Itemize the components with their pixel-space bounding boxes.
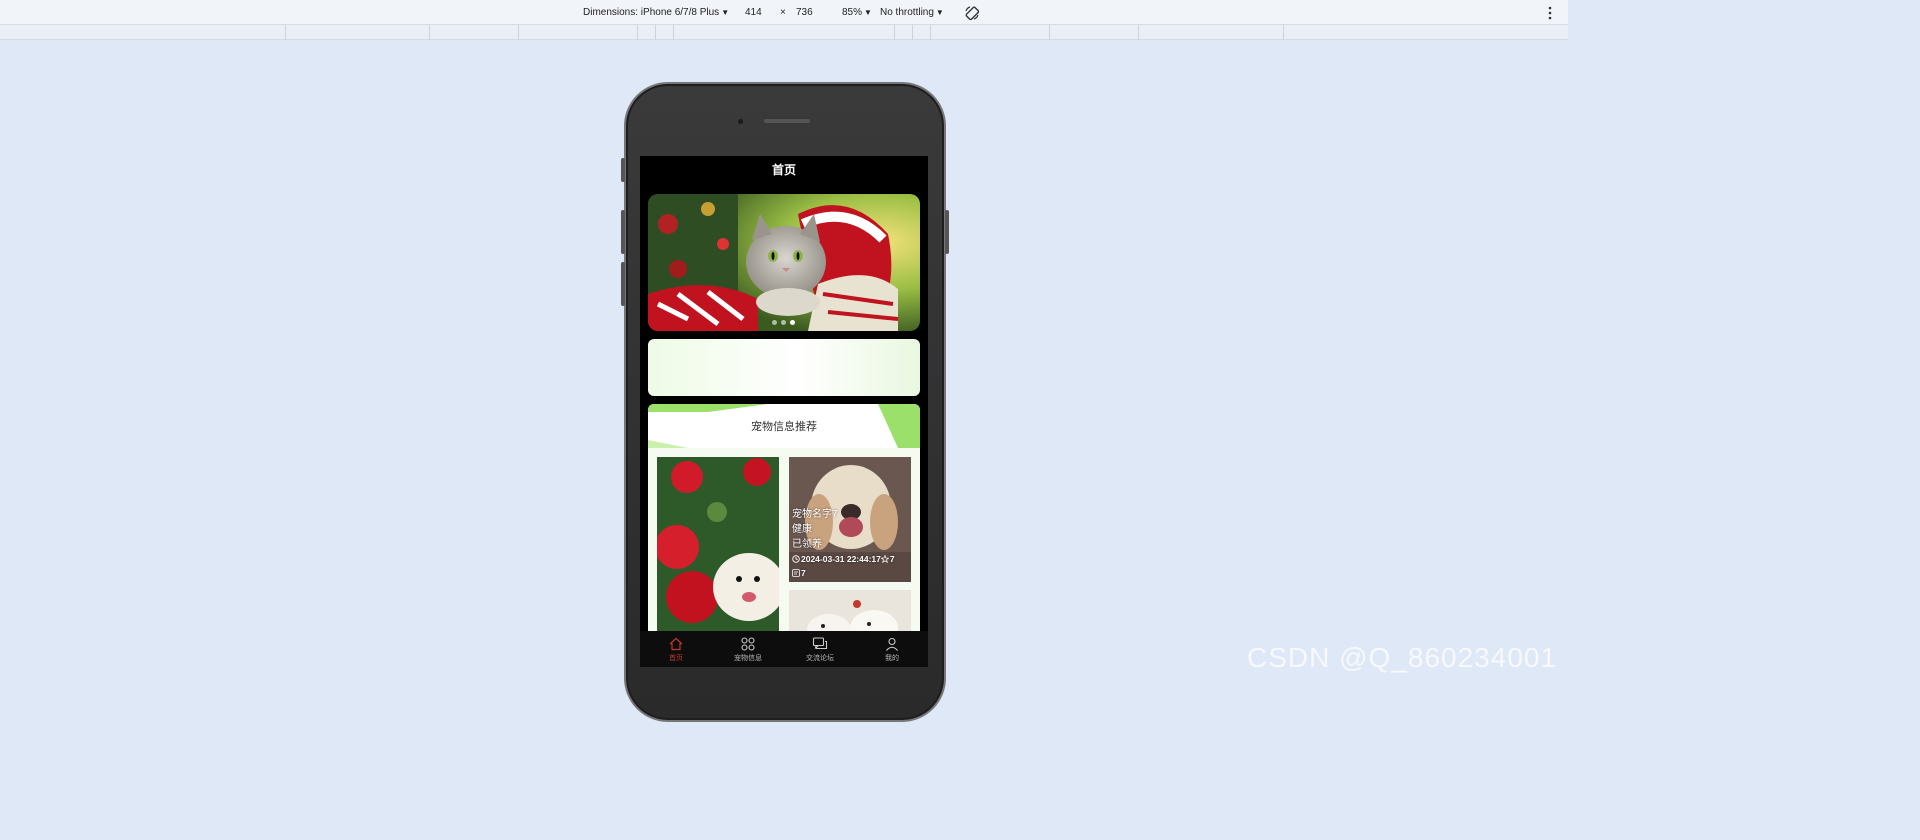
watermark: CSDN @Q_860234001 [1247,642,1558,673]
pet-card-info: 宠物名字7 健康 已领养 2024-03-31 22:44:17 7 7 [792,507,895,580]
zoom-label: 85% [842,7,863,18]
ruler-segment[interactable] [894,25,895,40]
pet-status: 已领养 [792,539,822,550]
pet-time: 2024-03-31 22:44:17 [801,554,881,564]
pet-meta-line: 2024-03-31 22:44:17 7 [792,552,895,566]
ruler-segment[interactable] [518,25,519,40]
rotate-icon[interactable] [964,5,980,21]
device-select[interactable]: Dimensions: iPhone 6/7/8 Plus ▼ [583,7,729,18]
ruler-segment[interactable] [285,25,286,40]
tab-forum[interactable]: 交流论坛 [784,631,856,667]
more-options-icon[interactable] [1546,6,1554,20]
app-screen: 首页 宠物信息推荐 宠物名字7 健康 已领养 2024-03-31 22:44:… [640,156,928,667]
banner-carousel[interactable] [648,194,920,331]
ruler-segment[interactable] [930,25,931,40]
phone-volume-down [621,262,625,306]
phone-side-button [621,158,625,182]
grid-icon [741,637,755,651]
caret-down-icon: ▼ [864,8,872,17]
pet-favorites: 7 [889,554,895,564]
phone-power-button [945,210,949,254]
carousel-dots [772,320,795,325]
pet-name: 宠物名字7 [792,509,838,520]
user-icon [886,637,898,651]
throttling-select[interactable]: No throttling ▼ [880,7,944,18]
ruler-segment[interactable] [1049,25,1050,40]
phone-camera [738,119,743,124]
ruler-segment[interactable] [912,25,913,40]
pet-meta-line-2: 7 [792,566,895,580]
caret-down-icon: ▼ [935,8,944,17]
bottom-tab-bar: 首页 宠物信息 交流论坛 我的 [640,631,928,667]
comment-icon[interactable] [792,569,800,577]
tab-label: 宠物信息 [734,655,762,662]
carousel-dot[interactable] [772,320,777,325]
home-icon [669,637,683,651]
ruler-segment[interactable] [637,25,638,40]
clock-icon [792,555,800,563]
carousel-dot-active[interactable] [790,320,795,325]
banner-cat-image [648,194,920,331]
ruler-segment[interactable] [673,25,674,40]
recommend-section: 宠物信息推荐 宠物名字7 健康 已领养 2024-03-31 22:44:17 … [648,404,920,667]
pet-comments: 7 [801,568,806,578]
throttling-label: No throttling [880,7,934,18]
tab-label: 交流论坛 [806,655,834,662]
ruler-segment[interactable] [1283,25,1284,40]
times-sign: × [780,7,786,18]
pet-card[interactable]: 宠物名字7 健康 已领养 2024-03-31 22:44:17 7 7 [789,457,911,582]
star-icon[interactable] [880,555,889,563]
width-input[interactable]: 414 [745,7,762,18]
notice-panel [648,339,920,396]
phone-volume-up [621,210,625,254]
device-label: Dimensions: iPhone 6/7/8 Plus [583,7,720,18]
phone-speaker [764,119,810,123]
ruler-segment[interactable] [429,25,430,40]
pet-health: 健康 [792,524,812,535]
tab-home[interactable]: 首页 [640,631,712,667]
ruler-segment[interactable] [1138,25,1139,40]
chat-icon [812,637,828,650]
height-input[interactable]: 736 [796,7,813,18]
page-title: 首页 [771,163,796,177]
tab-pet-info[interactable]: 宠物信息 [712,631,784,667]
devtools-device-toolbar: Dimensions: iPhone 6/7/8 Plus ▼ 414 × 736… [0,0,1568,25]
pet-card[interactable] [657,457,779,637]
tab-label: 我的 [885,655,899,662]
carousel-dot[interactable] [781,320,786,325]
pet-photo-pomeranian [657,457,779,637]
media-query-ruler [0,25,1568,40]
tab-label: 首页 [669,655,683,662]
zoom-select[interactable]: 85% ▼ [842,7,872,18]
ruler-segment[interactable] [655,25,656,40]
recommend-header: 宠物信息推荐 [648,404,920,448]
tab-mine[interactable]: 我的 [856,631,928,667]
caret-down-icon: ▼ [721,8,730,17]
recommend-title: 宠物信息推荐 [751,421,817,433]
